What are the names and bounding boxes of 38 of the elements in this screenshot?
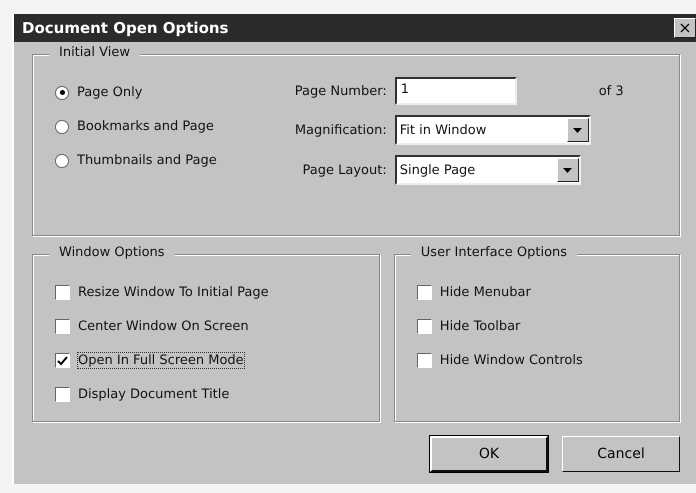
- checkbox[interactable]: [55, 353, 70, 368]
- field-label: Magnification:: [294, 122, 387, 138]
- checkbox[interactable]: [55, 319, 70, 334]
- page-number-field[interactable]: 1: [394, 77, 517, 105]
- checkbox-label[interactable]: Display Document Title: [78, 387, 230, 402]
- checkbox-label[interactable]: Hide Toolbar: [440, 319, 520, 334]
- checkbox[interactable]: [416, 319, 432, 334]
- radio-label[interactable]: Bookmarks and Page: [77, 119, 214, 134]
- group-title: User Interface Options: [410, 245, 578, 260]
- cancel-button[interactable]: Cancel: [562, 436, 680, 472]
- radio-label[interactable]: Thumbnails and Page: [77, 153, 217, 168]
- dropdown-button[interactable]: [556, 158, 579, 182]
- caret-icon: [573, 128, 582, 132]
- checkbox[interactable]: [416, 353, 432, 368]
- checkbox[interactable]: [416, 285, 432, 300]
- field-label: Page Layout:: [302, 162, 387, 178]
- window-title: Document Open Options: [22, 19, 228, 37]
- checkbox[interactable]: [55, 387, 70, 402]
- close-button[interactable]: ×: [674, 18, 696, 38]
- page-count: of 3: [598, 84, 624, 98]
- radio-button[interactable]: [55, 86, 69, 100]
- group-title: Window Options: [49, 245, 175, 260]
- radio-label[interactable]: Page Only: [77, 85, 142, 100]
- ok-button[interactable]: OK: [430, 436, 548, 472]
- field-label: Page Number:: [294, 84, 387, 98]
- page-layout-select[interactable]: Single Page: [394, 155, 581, 185]
- radio-button[interactable]: [55, 120, 69, 134]
- checkbox-label[interactable]: Resize Window To Initial Page: [78, 285, 269, 300]
- checkbox[interactable]: [55, 285, 70, 300]
- checkbox-label[interactable]: Center Window On Screen: [78, 319, 249, 334]
- check-icon: [57, 356, 68, 366]
- magnification-select[interactable]: Fit in Window: [394, 115, 591, 145]
- checkbox-label[interactable]: Hide Menubar: [440, 285, 531, 300]
- checkbox-label[interactable]: Hide Window Controls: [440, 353, 583, 368]
- dropdown-button[interactable]: [566, 118, 589, 142]
- radio-button[interactable]: [55, 154, 69, 168]
- checkbox-label[interactable]: Open In Full Screen Mode: [78, 353, 244, 368]
- caret-icon: [563, 168, 572, 172]
